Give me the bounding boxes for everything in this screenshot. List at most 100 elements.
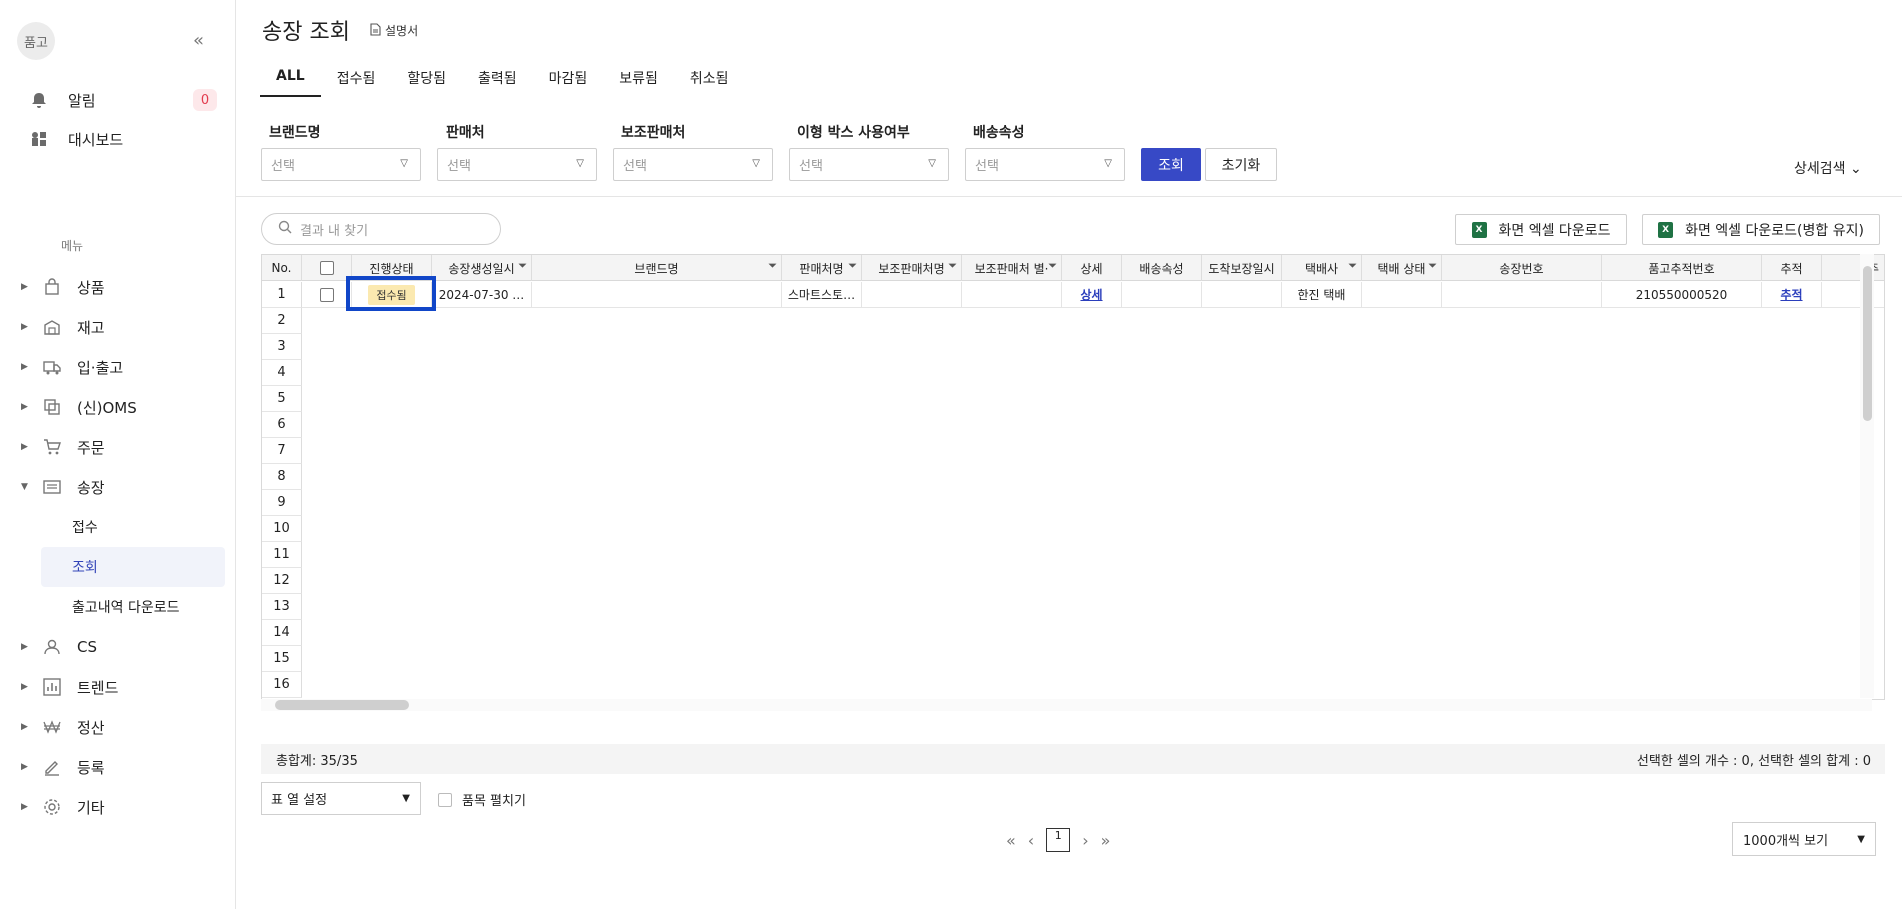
nav-item-inout[interactable]: ▶ 입·출고 bbox=[0, 347, 235, 387]
col-header-sub-seller-alias[interactable]: 보조판매처 별· ⏷ bbox=[962, 255, 1062, 281]
horizontal-scroll-thumb[interactable] bbox=[275, 700, 409, 710]
filter-icon[interactable]: ⏷ bbox=[1048, 259, 1057, 273]
col-header-label: 택배 상태 bbox=[1377, 261, 1426, 276]
nav-item-settlement[interactable]: ▶ 정산 bbox=[0, 707, 235, 747]
prev-page-icon[interactable]: ‹ bbox=[1028, 831, 1034, 850]
nav-item-product[interactable]: ▶ 상품 bbox=[0, 267, 235, 307]
brand-select[interactable]: 선택 ▽ bbox=[261, 148, 421, 181]
sub-seller-alias-cell[interactable] bbox=[962, 282, 1062, 308]
pen-icon bbox=[41, 758, 63, 776]
per-page-select[interactable]: 1000개씩 보기 ▼ bbox=[1732, 822, 1876, 856]
extra-cell[interactable] bbox=[1822, 282, 1884, 308]
detail-search-toggle[interactable]: 상세검색 ⌄ bbox=[1794, 158, 1862, 178]
row-checkbox[interactable] bbox=[319, 287, 334, 302]
col-header-courier-status[interactable]: 택배 상태 ⏷ bbox=[1362, 255, 1442, 281]
alerts-item[interactable]: 알림 bbox=[28, 88, 96, 112]
odd-box-select[interactable]: 선택 ▽ bbox=[789, 148, 949, 181]
track-cell[interactable]: 추적 bbox=[1762, 282, 1822, 308]
filter-icon[interactable]: ⏷ bbox=[518, 259, 527, 273]
excel-download-button[interactable]: X 화면 엑셀 다운로드 bbox=[1455, 214, 1627, 245]
invoice-cell[interactable] bbox=[1442, 282, 1602, 308]
shipping-attr-select[interactable]: 선택 ▽ bbox=[965, 148, 1125, 181]
excel-merge-download-button[interactable]: X 화면 엑셀 다운로드(병합 유지) bbox=[1642, 214, 1880, 245]
courier-status-cell[interactable] bbox=[1362, 282, 1442, 308]
search-button[interactable]: 조회 bbox=[1141, 148, 1201, 181]
sub-item-download[interactable]: 출고내역 다운로드 bbox=[0, 587, 235, 627]
manual-link[interactable]: 설명서 bbox=[370, 22, 418, 39]
dashboard-item[interactable]: 대시보드 bbox=[28, 127, 123, 151]
col-header-brand[interactable]: 브랜드명 ⏷ bbox=[532, 255, 782, 281]
row-checkbox-cell[interactable] bbox=[302, 282, 352, 308]
sub-item-receipt[interactable]: 접수 bbox=[0, 507, 235, 547]
tab-closed[interactable]: 마감됨 bbox=[533, 64, 604, 97]
col-header-invoice[interactable]: 송장번호 bbox=[1442, 255, 1602, 281]
col-header-detail[interactable]: 상세 bbox=[1062, 255, 1122, 281]
brand-cell[interactable] bbox=[532, 282, 782, 308]
collapse-sidebar-icon[interactable]: « bbox=[193, 30, 204, 51]
nav-item-oms[interactable]: ▶ (신)OMS bbox=[0, 387, 235, 427]
arrival-cell[interactable] bbox=[1202, 282, 1282, 308]
expand-items-toggle[interactable]: 품목 펼치기 bbox=[438, 790, 526, 809]
courier-cell[interactable]: 한진 택배 bbox=[1282, 282, 1362, 308]
col-header-extra[interactable]: 주 bbox=[1822, 255, 1884, 281]
shipping-attr-cell[interactable] bbox=[1122, 282, 1202, 308]
nav-item-register[interactable]: ▶ 등록 bbox=[0, 747, 235, 787]
sub-seller-cell[interactable] bbox=[862, 282, 962, 308]
col-header-track[interactable]: 추적 bbox=[1762, 255, 1822, 281]
tab-received[interactable]: 접수됨 bbox=[321, 64, 392, 97]
detail-link[interactable]: 상세 bbox=[1080, 286, 1102, 303]
excel-merge-label: 화면 엑셀 다운로드(병합 유지) bbox=[1685, 222, 1864, 239]
truck-icon bbox=[41, 358, 63, 376]
col-header-select-all[interactable] bbox=[302, 255, 352, 281]
nav-item-etc[interactable]: ▶ 기타 bbox=[0, 787, 235, 827]
first-page-icon[interactable]: « bbox=[1006, 831, 1016, 850]
detail-cell[interactable]: 상세 bbox=[1062, 282, 1122, 308]
result-search-input[interactable]: 결과 내 찾기 bbox=[261, 213, 501, 245]
sub-seller-select[interactable]: 선택 ▽ bbox=[613, 148, 773, 181]
nav-item-invoice[interactable]: ▼ 송장 bbox=[0, 467, 235, 507]
last-page-icon[interactable]: » bbox=[1101, 831, 1111, 850]
col-header-arrival[interactable]: 도착보장일시 bbox=[1202, 255, 1282, 281]
next-page-icon[interactable]: › bbox=[1082, 831, 1088, 850]
col-header-courier[interactable]: 택배사 ⏷ bbox=[1282, 255, 1362, 281]
filter-icon[interactable]: ⏷ bbox=[948, 259, 957, 273]
col-header-seller[interactable]: 판매처명 ⏷ bbox=[782, 255, 862, 281]
tab-cancelled[interactable]: 취소됨 bbox=[674, 64, 745, 97]
filter-icon[interactable]: ⏷ bbox=[1348, 259, 1357, 273]
col-header-created[interactable]: 송장생성일시 ⏷ bbox=[432, 255, 532, 281]
col-header-sub-seller[interactable]: 보조판매처명 ⏷ bbox=[862, 255, 962, 281]
select-all-checkbox[interactable] bbox=[319, 261, 334, 275]
tracking-no-cell[interactable]: 210550000520 bbox=[1602, 282, 1762, 308]
filter-icon[interactable]: ⏷ bbox=[768, 259, 777, 273]
nav-item-order[interactable]: ▶ 주문 bbox=[0, 427, 235, 467]
row-number: 11 bbox=[262, 542, 302, 568]
seller-cell[interactable]: 스마트스토… bbox=[782, 282, 862, 308]
select-placeholder: 선택 bbox=[799, 159, 823, 174]
reset-button[interactable]: 초기화 bbox=[1205, 148, 1277, 181]
current-page[interactable]: 1 bbox=[1046, 828, 1071, 852]
column-setting-select[interactable]: 표 열 설정 ▼ bbox=[261, 782, 421, 815]
col-header-shipping-attr[interactable]: 배송속성 bbox=[1122, 255, 1202, 281]
tab-printed[interactable]: 출력됨 bbox=[462, 64, 533, 97]
seller-select[interactable]: 선택 ▽ bbox=[437, 148, 597, 181]
vertical-scroll-thumb[interactable] bbox=[1863, 266, 1872, 421]
nav-item-cs[interactable]: ▶ CS bbox=[0, 627, 235, 667]
created-cell[interactable]: 2024-07-30 … bbox=[432, 282, 532, 308]
nav-label: 주문 bbox=[77, 438, 105, 457]
tab-assigned[interactable]: 할당됨 bbox=[391, 64, 462, 97]
nav-item-stock[interactable]: ▶ 재고 bbox=[0, 307, 235, 347]
horizontal-scrollbar[interactable] bbox=[261, 699, 1872, 711]
filter-icon[interactable]: ⏷ bbox=[848, 259, 857, 273]
nav-menu: ▶ 상품 ▶ 재고 ▶ 입·출고 ▶ (신)OMS ▶ 주문 ▼ 송장 접수 조… bbox=[0, 267, 235, 827]
sub-item-lookup[interactable]: 조회 bbox=[41, 547, 225, 587]
dashboard-label: 대시보드 bbox=[68, 130, 124, 149]
expand-items-checkbox[interactable] bbox=[438, 792, 452, 807]
col-header-no[interactable]: No. bbox=[262, 255, 302, 281]
tab-held[interactable]: 보류됨 bbox=[603, 64, 674, 97]
track-link[interactable]: 추적 bbox=[1780, 286, 1802, 303]
nav-item-trend[interactable]: ▶ 트렌드 bbox=[0, 667, 235, 707]
tab-all[interactable]: ALL bbox=[260, 64, 321, 97]
filter-icon[interactable]: ⏷ bbox=[1428, 259, 1437, 273]
col-header-tracking-no[interactable]: 품고추적번호 bbox=[1602, 255, 1762, 281]
nav-label: 상품 bbox=[77, 278, 105, 297]
